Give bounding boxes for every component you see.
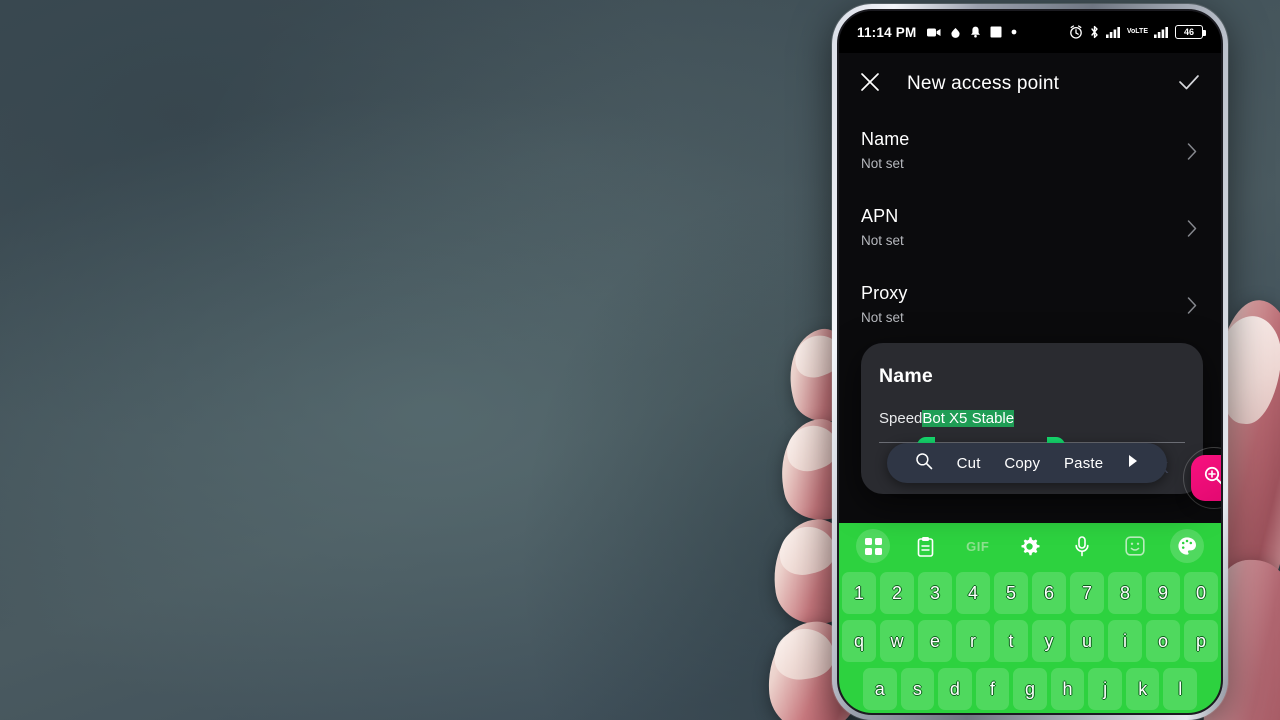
dialog-title: Name bbox=[879, 365, 933, 387]
row-value: Not set bbox=[861, 156, 904, 171]
key[interactable]: 4 bbox=[956, 572, 990, 614]
row-title: Proxy bbox=[861, 283, 908, 303]
key[interactable]: o bbox=[1146, 620, 1180, 662]
key[interactable]: d bbox=[938, 668, 972, 710]
row-title: APN bbox=[861, 206, 899, 226]
key[interactable]: 3 bbox=[918, 572, 952, 614]
status-clock: 11:14 PM bbox=[857, 24, 917, 40]
key[interactable]: r bbox=[956, 620, 990, 662]
paste-button[interactable]: Paste bbox=[1064, 455, 1103, 472]
keyboard-row-top: q w e r t y u i o p bbox=[839, 617, 1221, 665]
battery-indicator: 46 bbox=[1175, 25, 1206, 39]
key[interactable]: f bbox=[975, 668, 1010, 710]
drop-icon bbox=[950, 27, 961, 38]
key[interactable]: e bbox=[918, 620, 952, 662]
key[interactable]: 7 bbox=[1070, 572, 1104, 614]
phone-screen: 11:14 PM Vo LTE 46 New access point Name… bbox=[839, 11, 1221, 713]
keyboard-row-home: a s d f g h j k l bbox=[839, 665, 1221, 713]
key[interactable]: 2 bbox=[880, 572, 914, 614]
bell-icon bbox=[970, 26, 981, 38]
dot-icon bbox=[1011, 29, 1017, 35]
row-title: Name bbox=[861, 129, 910, 149]
signal2-icon bbox=[1154, 26, 1169, 38]
volte-top: Vo bbox=[1126, 28, 1136, 35]
key[interactable]: 9 bbox=[1146, 572, 1180, 614]
key[interactable]: 1 bbox=[842, 572, 876, 614]
keyboard-row-numbers: 1 2 3 4 5 6 7 8 9 0 bbox=[839, 569, 1221, 617]
name-input-value: SpeedBot X5 Stable bbox=[879, 410, 1015, 427]
row-value: Not set bbox=[861, 233, 904, 248]
chevron-right-icon bbox=[1187, 296, 1197, 319]
key[interactable]: 5 bbox=[994, 572, 1028, 614]
keyboard-toolbar: GIF bbox=[839, 523, 1221, 569]
zoom-in-fab-button[interactable] bbox=[1191, 455, 1221, 501]
camcorder-icon bbox=[927, 27, 941, 38]
key[interactable]: u bbox=[1070, 620, 1104, 662]
gear-icon[interactable] bbox=[1013, 529, 1047, 563]
key[interactable]: s bbox=[900, 668, 935, 710]
setting-row-name[interactable]: Name Not set bbox=[839, 115, 1221, 192]
search-icon[interactable] bbox=[915, 452, 933, 475]
key[interactable]: l bbox=[1163, 668, 1198, 710]
on-screen-keyboard: GIF 1 2 3 4 5 6 7 8 9 0 q w e r t y u i … bbox=[839, 523, 1221, 713]
text-selected: Bot X5 Stable bbox=[922, 410, 1015, 427]
app-header: New access point bbox=[839, 53, 1221, 115]
phone-device: 11:14 PM Vo LTE 46 New access point Name… bbox=[832, 4, 1228, 720]
zoom-in-icon bbox=[1203, 465, 1221, 492]
key[interactable]: g bbox=[1013, 668, 1047, 710]
clipboard-icon[interactable] bbox=[908, 529, 942, 563]
key[interactable]: i bbox=[1108, 620, 1142, 662]
cut-button[interactable]: Cut bbox=[957, 455, 981, 472]
row-value: Not set bbox=[861, 310, 904, 325]
bluetooth-icon bbox=[1089, 25, 1100, 39]
page-title: New access point bbox=[907, 73, 1060, 94]
sticker-icon[interactable] bbox=[1118, 529, 1152, 563]
name-edit-dialog: Name SpeedBot X5 Stable Cancel OK Cut Co… bbox=[861, 343, 1203, 494]
status-bar: 11:14 PM Vo LTE 46 bbox=[839, 11, 1221, 53]
key[interactable]: t bbox=[994, 620, 1028, 662]
setting-row-apn[interactable]: APN Not set bbox=[839, 192, 1221, 269]
key[interactable]: q bbox=[842, 620, 876, 662]
chevron-right-icon bbox=[1187, 219, 1197, 242]
gif-icon[interactable]: GIF bbox=[961, 529, 995, 563]
microphone-icon[interactable] bbox=[1065, 529, 1099, 563]
text-selection-context-menu: Cut Copy Paste bbox=[887, 443, 1167, 483]
phone-bezel: 11:14 PM Vo LTE 46 New access point Name… bbox=[837, 9, 1223, 715]
key[interactable]: j bbox=[1088, 668, 1122, 710]
key[interactable]: k bbox=[1125, 668, 1160, 710]
copy-button[interactable]: Copy bbox=[1004, 455, 1040, 472]
key[interactable]: 0 bbox=[1184, 572, 1218, 614]
gif-label: GIF bbox=[966, 538, 990, 554]
alarm-icon bbox=[1069, 25, 1083, 39]
setting-row-proxy[interactable]: Proxy Not set bbox=[839, 269, 1221, 346]
check-icon[interactable] bbox=[1177, 71, 1201, 98]
grid-apps-icon[interactable] bbox=[856, 529, 891, 563]
key[interactable]: 8 bbox=[1108, 572, 1142, 614]
signal-icon bbox=[1105, 26, 1121, 38]
close-icon[interactable] bbox=[859, 71, 881, 98]
key[interactable]: p bbox=[1184, 620, 1218, 662]
key[interactable]: w bbox=[880, 620, 914, 662]
text-unselected: Speed bbox=[879, 410, 923, 427]
volte-icon: Vo LTE bbox=[1126, 28, 1148, 35]
volte-bottom: LTE bbox=[1135, 28, 1148, 35]
key[interactable]: a bbox=[862, 668, 897, 710]
triangle-right-icon[interactable] bbox=[1127, 454, 1139, 473]
palette-icon[interactable] bbox=[1169, 529, 1204, 563]
key[interactable]: 6 bbox=[1032, 572, 1066, 614]
key[interactable]: y bbox=[1032, 620, 1066, 662]
chevron-right-icon bbox=[1187, 142, 1197, 165]
key[interactable]: h bbox=[1050, 668, 1085, 710]
square-icon bbox=[990, 26, 1002, 38]
